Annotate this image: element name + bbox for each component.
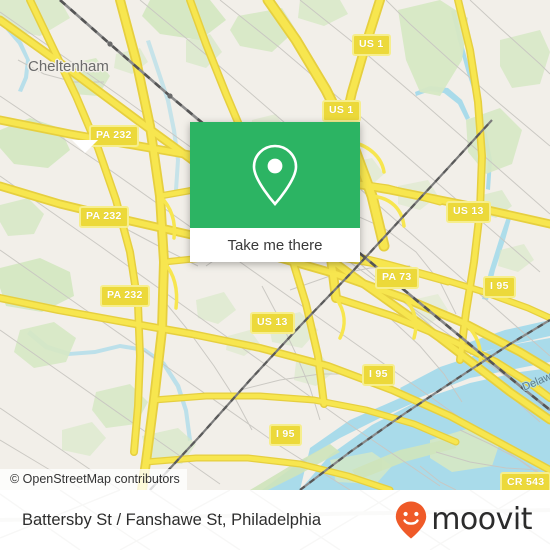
map-pin-icon <box>252 144 298 206</box>
footer-bar: Battersby St / Fanshawe St, Philadelphia… <box>0 490 550 550</box>
moovit-smiley-pin-icon <box>396 501 427 539</box>
road-shield-i-95[interactable]: I 95 <box>362 364 395 386</box>
map-screenshot: Cheltenham Delawa US 1 US 1 PA 232 PA 23… <box>0 0 550 550</box>
popup-action-bar[interactable]: Take me there <box>190 228 360 262</box>
take-me-there-label: Take me there <box>227 236 323 254</box>
road-shield-cr-543[interactable]: CR 543 <box>500 472 550 490</box>
road-shield-pa-73[interactable]: PA 73 <box>375 267 419 289</box>
map-canvas[interactable]: Cheltenham Delawa US 1 US 1 PA 232 PA 23… <box>0 0 550 490</box>
take-me-there-popup[interactable]: Take me there <box>190 122 360 262</box>
road-shield-us-13[interactable]: US 13 <box>250 312 295 334</box>
popup-pointer <box>72 140 98 153</box>
road-shield-us-1[interactable]: US 1 <box>322 100 361 122</box>
popup-header <box>190 122 360 228</box>
road-shield-pa-232[interactable]: PA 232 <box>100 285 150 307</box>
osm-attribution[interactable]: © OpenStreetMap contributors <box>0 469 187 490</box>
moovit-brand[interactable]: moovit <box>394 500 532 540</box>
road-shield-i-95[interactable]: I 95 <box>269 424 302 446</box>
moovit-wordmark: moovit <box>431 502 532 537</box>
location-title: Battersby St / Fanshawe St, Philadelphia <box>22 510 321 529</box>
road-shield-us-13[interactable]: US 13 <box>446 201 491 223</box>
road-shield-us-1[interactable]: US 1 <box>352 34 391 56</box>
road-shield-i-95[interactable]: I 95 <box>483 276 516 298</box>
road-shield-pa-232[interactable]: PA 232 <box>79 206 129 228</box>
place-label-cheltenham: Cheltenham <box>28 58 109 75</box>
